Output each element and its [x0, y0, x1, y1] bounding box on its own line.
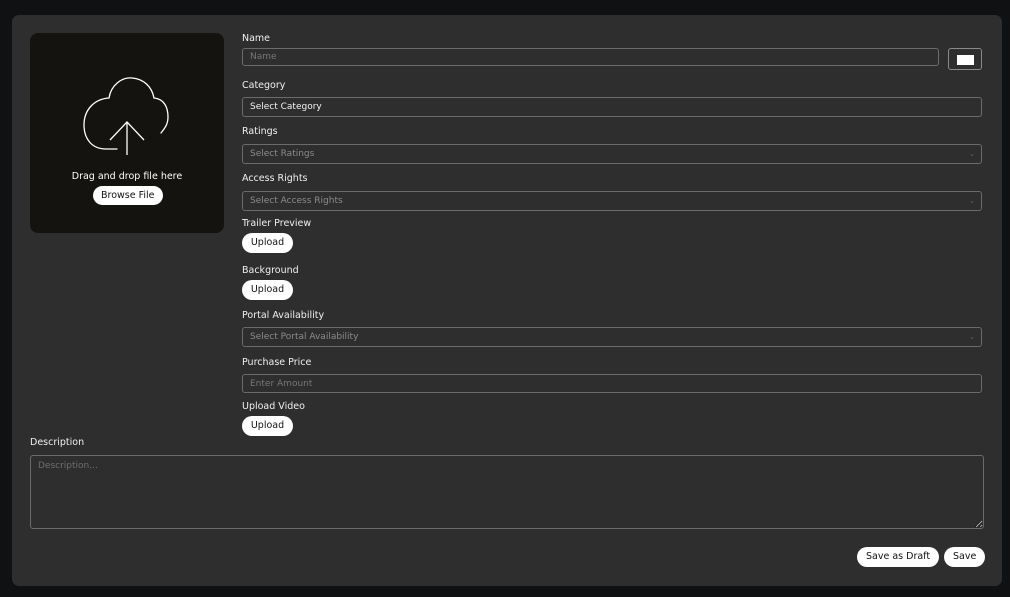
- chevron-down-icon: ⌄: [969, 333, 975, 341]
- color-picker[interactable]: [948, 48, 982, 70]
- background-upload-button[interactable]: Upload: [242, 280, 293, 300]
- name-label: Name: [242, 33, 271, 44]
- trailer-preview-label: Trailer Preview: [242, 218, 312, 229]
- chevron-down-icon: ⌄: [969, 197, 975, 205]
- browse-file-button[interactable]: Browse File: [93, 186, 163, 205]
- purchase-price-input[interactable]: [242, 374, 982, 393]
- access-rights-label: Access Rights: [242, 173, 308, 184]
- name-input[interactable]: [242, 48, 939, 66]
- purchase-price-label: Purchase Price: [242, 357, 312, 368]
- ratings-select-placeholder: Select Ratings: [250, 149, 315, 159]
- dropzone-text: Drag and drop file here: [71, 171, 183, 182]
- ratings-select[interactable]: Select Ratings ⌄: [242, 144, 982, 164]
- background-label: Background: [242, 265, 299, 276]
- category-label: Category: [242, 80, 286, 91]
- cloud-upload-icon: [83, 77, 169, 155]
- category-select-value: Select Category: [250, 102, 322, 112]
- file-dropzone[interactable]: Drag and drop file here Browse File: [30, 33, 224, 233]
- access-rights-select[interactable]: Select Access Rights ⌄: [242, 191, 982, 211]
- save-as-draft-button[interactable]: Save as Draft: [857, 547, 940, 567]
- chevron-down-icon: ⌄: [969, 150, 975, 158]
- upload-video-label: Upload Video: [242, 401, 305, 412]
- save-button[interactable]: Save: [944, 547, 986, 567]
- access-rights-select-placeholder: Select Access Rights: [250, 196, 343, 206]
- category-select[interactable]: Select Category: [242, 97, 982, 117]
- ratings-label: Ratings: [242, 126, 278, 137]
- description-label: Description: [30, 437, 85, 448]
- description-textarea[interactable]: [30, 455, 984, 529]
- media-form-panel: Drag and drop file here Browse File Name…: [12, 15, 1002, 586]
- video-upload-button[interactable]: Upload: [242, 416, 293, 436]
- portal-availability-select[interactable]: Select Portal Availability ⌄: [242, 327, 982, 347]
- portal-availability-label: Portal Availability: [242, 310, 325, 321]
- portal-availability-select-placeholder: Select Portal Availability: [250, 332, 359, 342]
- color-chip: [957, 55, 974, 65]
- trailer-upload-button[interactable]: Upload: [242, 233, 293, 253]
